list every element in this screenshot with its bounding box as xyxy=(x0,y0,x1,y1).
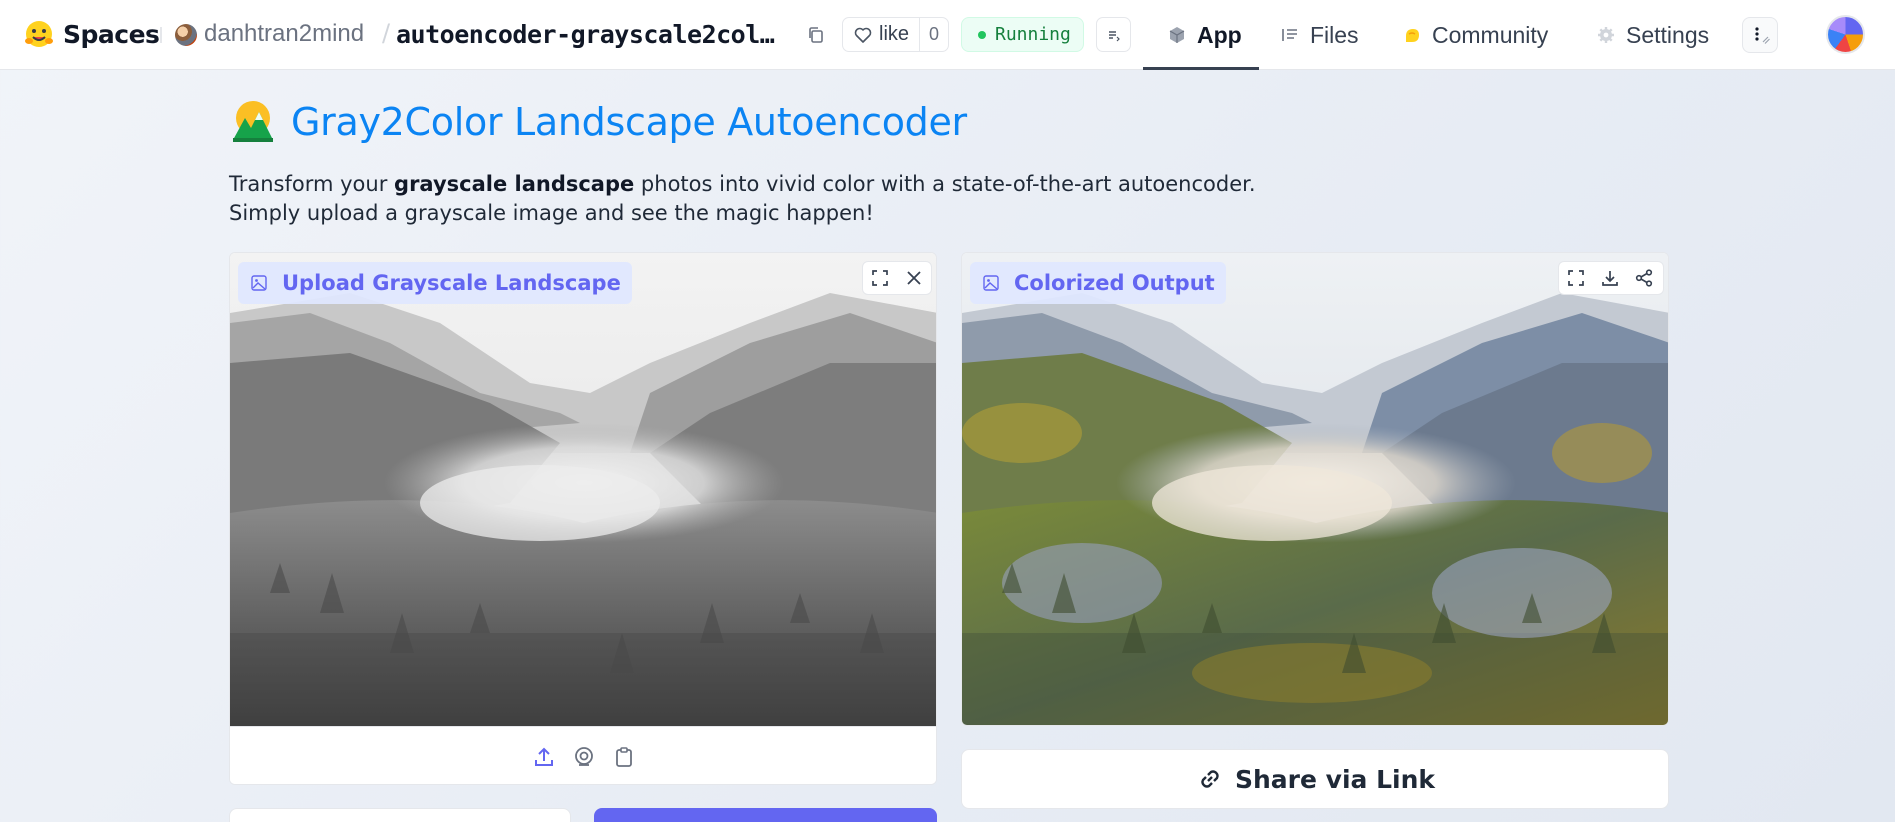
clipboard-icon xyxy=(616,746,632,767)
link-icon xyxy=(1201,770,1219,788)
download-icon xyxy=(1602,271,1618,286)
fullscreen-button[interactable] xyxy=(863,262,897,294)
upload-icon xyxy=(535,747,553,766)
image-source-toolbar xyxy=(230,726,936,784)
submit-button[interactable] xyxy=(594,808,937,822)
upload-source-button[interactable] xyxy=(531,744,557,770)
like-count[interactable]: 0 xyxy=(919,18,948,51)
output-panel-actions xyxy=(1558,261,1664,295)
tab-settings-label: Settings xyxy=(1626,21,1710,48)
logs-icon xyxy=(1108,30,1120,41)
fullscreen-icon xyxy=(1568,270,1584,286)
input-panel-label-text: Upload Grayscale Landscape xyxy=(282,271,621,295)
description-line-2: Simply upload a grayscale image and see … xyxy=(229,201,874,225)
webcam-icon xyxy=(575,746,593,766)
description-line-1: Transform your grayscale landscape photo… xyxy=(229,172,1256,196)
output-fullscreen-button[interactable] xyxy=(1559,262,1593,294)
files-icon xyxy=(1282,29,1297,41)
grayscale-input-image[interactable] xyxy=(230,253,936,726)
header-divider xyxy=(160,27,162,43)
input-panel-actions xyxy=(862,261,932,295)
image-icon xyxy=(983,275,999,291)
landscape-icon xyxy=(233,101,273,142)
page-title: Gray2Color Landscape Autoencoder xyxy=(229,98,967,146)
user-avatar[interactable] xyxy=(1826,15,1865,54)
clipboard-source-button[interactable] xyxy=(611,744,637,770)
owner-avatar[interactable] xyxy=(175,24,197,46)
share-icon xyxy=(1635,269,1653,287)
input-panel-label: Upload Grayscale Landscape xyxy=(238,262,632,304)
title-text: Gray2Color Landscape Autoencoder xyxy=(291,100,967,144)
image-icon xyxy=(251,275,267,291)
huggingface-logo-icon[interactable] xyxy=(24,19,54,49)
clear-button[interactable] xyxy=(229,808,571,822)
output-panel-label: Colorized Output xyxy=(970,262,1226,304)
tab-app-label: App xyxy=(1197,21,1242,48)
colorized-output-image xyxy=(962,253,1668,725)
share-image-button[interactable] xyxy=(1627,262,1661,294)
close-icon xyxy=(907,271,921,285)
kebab-menu-icon xyxy=(1755,27,1770,44)
tab-settings[interactable]: Settings xyxy=(1596,0,1709,70)
tab-files-label: Files xyxy=(1310,21,1359,48)
repo-name-link[interactable]: autoencoder-grayscale2col… xyxy=(396,20,775,49)
input-image-panel[interactable]: Upload Grayscale Landscape xyxy=(229,252,937,785)
share-via-link-label: Share via Link xyxy=(1234,764,1436,794)
description-bold: grayscale landscape xyxy=(394,172,635,196)
tab-community[interactable]: Community xyxy=(1402,0,1548,70)
clear-image-button[interactable] xyxy=(897,262,931,294)
like-button[interactable]: like 0 xyxy=(842,17,949,52)
status-badge[interactable]: Running xyxy=(961,17,1084,52)
output-image-panel: Colorized Output xyxy=(961,252,1669,726)
owner-link[interactable]: danhtran2mind xyxy=(204,20,364,48)
tab-community-label: Community xyxy=(1432,21,1549,48)
cube-icon xyxy=(1169,27,1185,43)
status-text: Running xyxy=(995,24,1071,45)
webcam-source-button[interactable] xyxy=(571,744,597,770)
logs-button[interactable] xyxy=(1096,17,1131,52)
download-button[interactable] xyxy=(1593,262,1627,294)
more-options-button[interactable] xyxy=(1742,17,1778,53)
tab-app[interactable]: App xyxy=(1143,0,1259,70)
heart-icon xyxy=(854,27,872,43)
path-separator: / xyxy=(382,19,391,47)
share-via-link-button[interactable]: Share via Link xyxy=(961,749,1669,809)
status-dot-icon xyxy=(978,30,986,39)
gear-icon xyxy=(1598,27,1614,43)
output-panel-label-text: Colorized Output xyxy=(1014,271,1215,295)
description: Transform your grayscale landscape photo… xyxy=(229,170,1256,228)
like-label: like xyxy=(879,23,910,45)
tab-files[interactable]: Files xyxy=(1280,0,1359,70)
fullscreen-icon xyxy=(872,270,888,286)
top-navigation-bar: Spaces danhtran2mind / autoencoder-grays… xyxy=(0,0,1895,70)
community-icon xyxy=(1406,29,1419,42)
spaces-link[interactable]: Spaces xyxy=(63,20,160,49)
copy-icon[interactable] xyxy=(806,25,826,45)
